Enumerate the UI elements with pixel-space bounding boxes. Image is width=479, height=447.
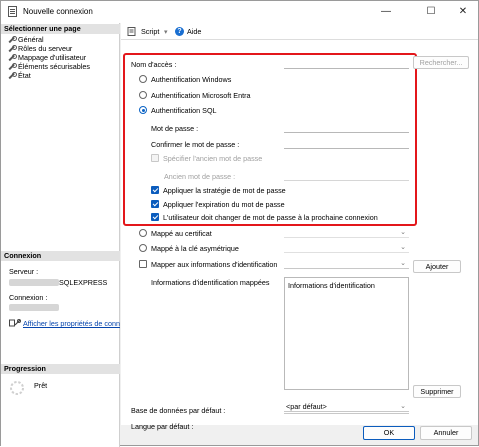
- enforce-policy-checkbox[interactable]: [151, 186, 159, 194]
- minimize-button[interactable]: —: [371, 1, 401, 23]
- search-button[interactable]: Rechercher...: [413, 56, 469, 69]
- confirm-password-input[interactable]: [284, 138, 409, 149]
- mapped-certificate-radio[interactable]: [139, 229, 147, 237]
- default-lang-value: <par défaut>: [286, 402, 327, 411]
- dialog-icon: [8, 6, 17, 17]
- enforce-expiration-label: Appliquer l'expiration du mot de passe: [163, 200, 285, 209]
- auth-sql-radio[interactable]: [139, 106, 147, 114]
- remove-button[interactable]: Supprimer: [413, 385, 461, 398]
- mapped-credentials-list[interactable]: Informations d'identification: [284, 277, 409, 390]
- add-button[interactable]: Ajouter: [413, 260, 461, 273]
- auth-entra-label: Authentification Microsoft Entra: [151, 91, 251, 100]
- certificate-dropdown[interactable]: ⌄: [284, 227, 409, 238]
- must-change-label: L'utilisateur doit changer de mot de pas…: [163, 213, 378, 222]
- help-icon[interactable]: ?: [175, 27, 184, 36]
- confirm-password-label: Confirmer le mot de passe :: [151, 140, 240, 149]
- dialog-window: Nouvelle connexion — ☐ ✕ Sélectionner un…: [0, 0, 479, 447]
- progress-header: Progression: [1, 364, 120, 374]
- title-bar: Nouvelle connexion — ☐ ✕: [1, 1, 478, 23]
- login-name-label: Nom d'accès :: [131, 60, 177, 69]
- script-icon[interactable]: [127, 27, 137, 36]
- default-db-label: Base de données par défaut :: [131, 406, 226, 415]
- wrench-icon: [8, 54, 17, 61]
- old-password-input[interactable]: [284, 170, 409, 181]
- auth-windows-label: Authentification Windows: [151, 75, 232, 84]
- select-page-header: Sélectionner une page: [1, 24, 120, 34]
- auth-sql-label: Authentification SQL: [151, 106, 217, 115]
- mapped-asym-key-label: Mappé à la clé asymétrique: [151, 244, 239, 253]
- connection-user-redacted: [9, 304, 59, 311]
- wrench-icon: [8, 63, 17, 70]
- specify-old-password-checkbox[interactable]: [151, 154, 159, 162]
- password-input[interactable]: [284, 122, 409, 133]
- auth-entra-radio[interactable]: [139, 91, 147, 99]
- enforce-policy-label: Appliquer la stratégie de mot de passe: [163, 186, 286, 195]
- asym-key-dropdown[interactable]: ⌄: [284, 242, 409, 253]
- window-title: Nouvelle connexion: [23, 7, 93, 16]
- auth-windows-radio[interactable]: [139, 75, 147, 83]
- connection-header: Connexion: [1, 251, 120, 261]
- old-password-label: Ancien mot de passe :: [164, 172, 236, 181]
- script-button[interactable]: Script: [141, 27, 159, 36]
- script-dropdown-chevron-icon[interactable]: ▾: [164, 27, 168, 36]
- right-panel: Script ▾ ? Aide Nom d'accès : Rechercher…: [121, 23, 478, 431]
- server-label: Serveur :: [9, 267, 39, 276]
- page-item-securables[interactable]: Éléments sécurisables: [8, 62, 90, 71]
- page-item-status[interactable]: État: [8, 71, 31, 80]
- progress-spinner-icon: [9, 380, 25, 396]
- wrench-icon: [8, 72, 17, 79]
- default-lang-dropdown[interactable]: <par défaut> ⌄: [284, 401, 409, 412]
- map-credentials-label: Mapper aux informations d'identification: [151, 260, 278, 269]
- mapped-certificate-label: Mappé au certificat: [151, 229, 212, 238]
- wrench-icon: [8, 36, 17, 43]
- ok-button[interactable]: OK: [363, 426, 415, 440]
- cancel-button[interactable]: Annuler: [420, 426, 472, 440]
- maximize-button[interactable]: ☐: [416, 1, 446, 23]
- default-lang-label: Langue par défaut :: [131, 422, 194, 431]
- mapped-asym-key-radio[interactable]: [139, 244, 147, 252]
- page-item-user-mapping[interactable]: Mappage d'utilisateur: [8, 53, 86, 62]
- map-credentials-checkbox[interactable]: [139, 260, 147, 268]
- server-name-redacted: [9, 279, 59, 286]
- close-button[interactable]: ✕: [448, 1, 478, 23]
- chevron-down-icon: ⌄: [400, 403, 406, 410]
- specify-old-password-label: Spécifier l'ancien mot de passe: [163, 154, 263, 163]
- must-change-checkbox[interactable]: [151, 213, 159, 221]
- wrench-icon: [8, 45, 17, 52]
- chevron-down-icon: ⌄: [400, 229, 406, 236]
- properties-icon: [9, 319, 21, 328]
- general-page-content: Nom d'accès : Rechercher... Authentifica…: [121, 40, 478, 431]
- view-connection-properties-link[interactable]: Afficher les propriétés de conn: [23, 319, 120, 328]
- mapped-credentials-label: Informations d'identification mappées: [151, 278, 270, 287]
- credentials-column-header: Informations d'identification: [288, 281, 375, 290]
- password-label: Mot de passe :: [151, 124, 199, 133]
- credentials-dropdown[interactable]: ⌄: [284, 258, 409, 269]
- page-item-server-roles[interactable]: Rôles du serveur: [8, 44, 72, 53]
- chevron-down-icon: ⌄: [400, 260, 406, 267]
- server-value: SQLEXPRESS: [59, 278, 108, 287]
- chevron-down-icon: ⌄: [400, 244, 406, 251]
- left-panel: Sélectionner une page Général Rôles du s…: [1, 23, 120, 447]
- page-item-general[interactable]: Général: [8, 35, 44, 44]
- connection-label: Connexion :: [9, 293, 48, 302]
- progress-status: Prêt: [34, 381, 48, 390]
- help-button[interactable]: Aide: [187, 27, 201, 36]
- login-name-input[interactable]: [284, 58, 409, 69]
- enforce-expiration-checkbox[interactable]: [151, 200, 159, 208]
